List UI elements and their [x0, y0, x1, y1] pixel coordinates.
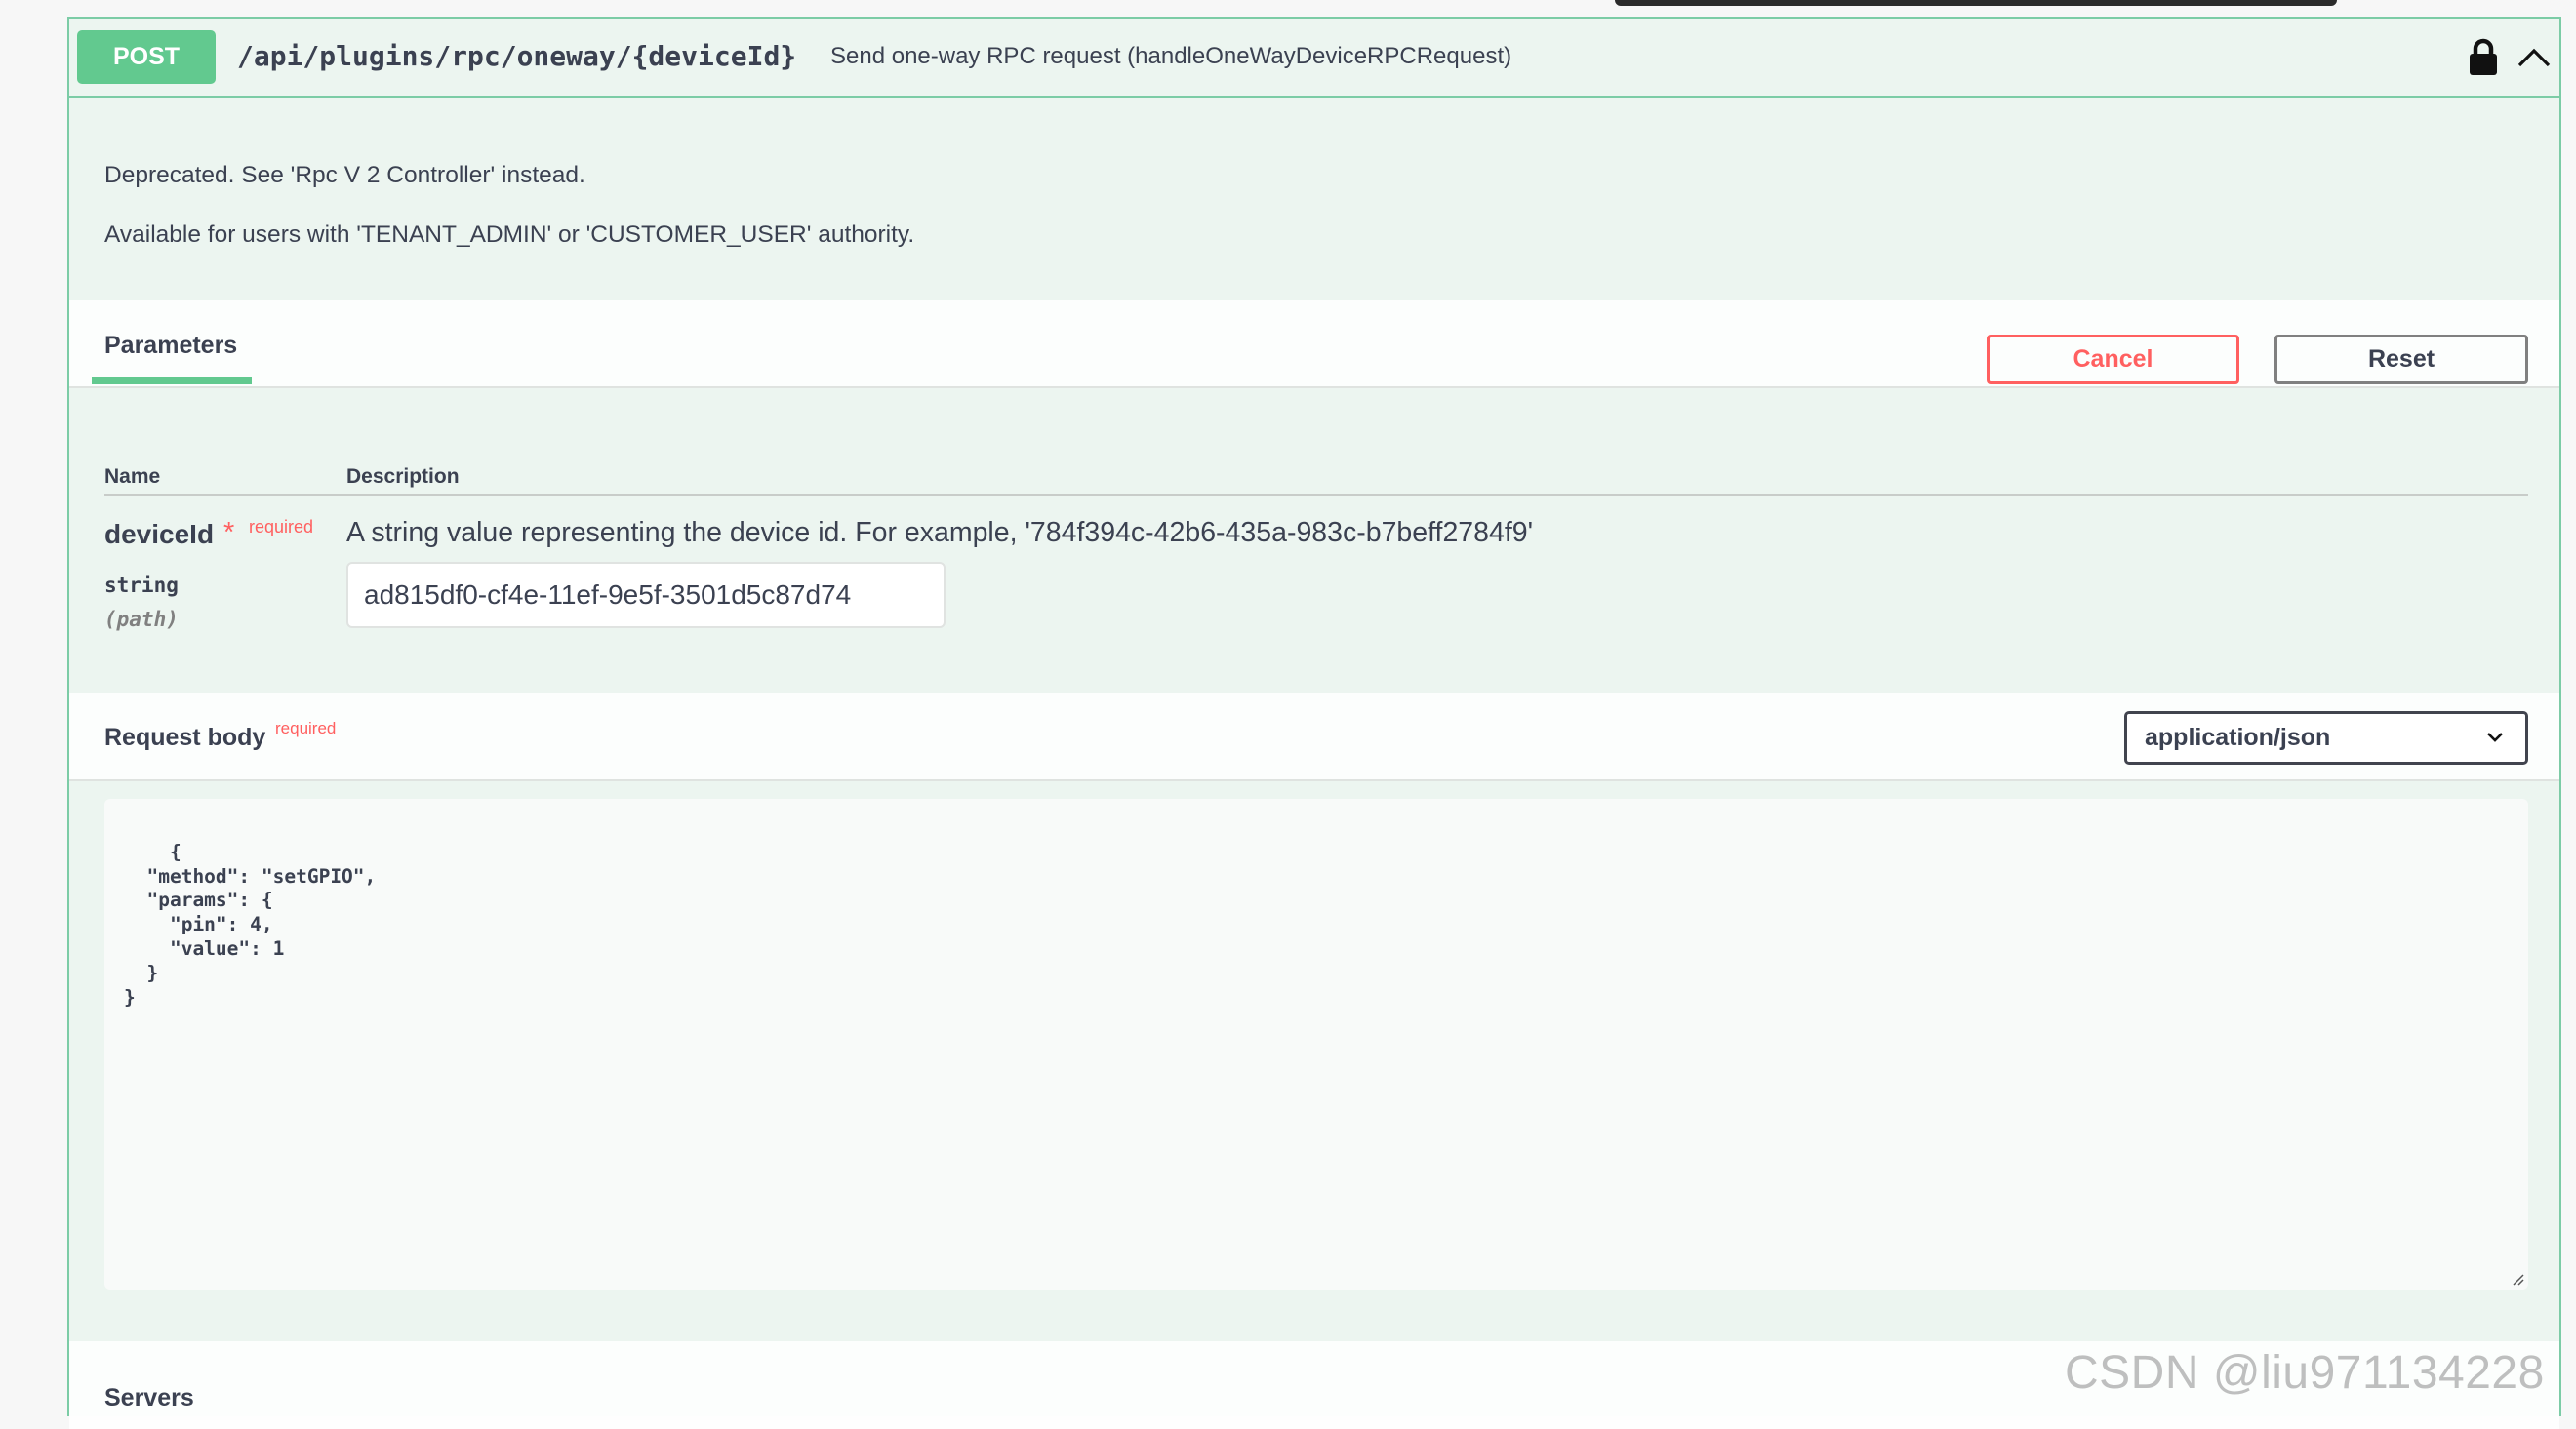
column-header-description: Description [346, 465, 460, 488]
collapse-icon[interactable] [2515, 42, 2554, 73]
tab-parameters[interactable]: Parameters [104, 332, 237, 360]
cancel-button[interactable]: Cancel [1987, 335, 2239, 384]
content-type-value: application/json [2145, 724, 2331, 751]
operation-block: POST /api/plugins/rpc/oneway/{deviceId} … [67, 17, 2561, 1429]
parameter-name: deviceId [104, 519, 215, 549]
parameter-type: string [104, 574, 179, 597]
request-body-header: Request body required application/json [69, 693, 2559, 781]
table-divider [104, 494, 2528, 496]
description-line: Available for users with 'TENANT_ADMIN' … [104, 221, 915, 248]
watermark: CSDN @liu971134228 [2065, 1347, 2545, 1399]
required-star: * [223, 517, 235, 548]
parameters-header: Parameters Cancel Reset [69, 300, 2559, 388]
reset-button[interactable]: Reset [2274, 335, 2528, 384]
required-label: required [275, 719, 337, 737]
lock-icon[interactable] [2467, 38, 2500, 77]
overlay-fragment [1615, 0, 2337, 6]
operation-path: /api/plugins/rpc/oneway/{deviceId} [237, 40, 797, 72]
chevron-down-icon [2487, 733, 2503, 742]
operation-description: Deprecated. See 'Rpc V 2 Controller' ins… [104, 145, 914, 264]
resize-handle-icon[interactable] [2509, 1270, 2524, 1286]
device-id-input[interactable] [346, 562, 946, 628]
content-type-select[interactable]: application/json [2124, 711, 2528, 765]
parameter-description: A string value representing the device i… [346, 517, 1534, 548]
operation-summary[interactable]: POST /api/plugins/rpc/oneway/{deviceId} … [69, 19, 2559, 98]
description-line: Deprecated. See 'Rpc V 2 Controller' ins… [104, 162, 585, 188]
tab-active-indicator [92, 377, 252, 384]
method-badge: POST [77, 30, 216, 84]
servers-title: Servers [104, 1384, 194, 1411]
operation-summary-text: Send one-way RPC request (handleOneWayDe… [830, 43, 1512, 69]
request-body-editor[interactable]: { "method": "setGPIO", "params": { "pin"… [104, 799, 2528, 1290]
required-label: required [249, 517, 314, 536]
request-body-title: Request body [104, 724, 266, 751]
request-body-text: { "method": "setGPIO", "params": { "pin"… [124, 840, 377, 1009]
parameter-location: (path) [104, 608, 179, 631]
column-header-name: Name [104, 465, 161, 488]
